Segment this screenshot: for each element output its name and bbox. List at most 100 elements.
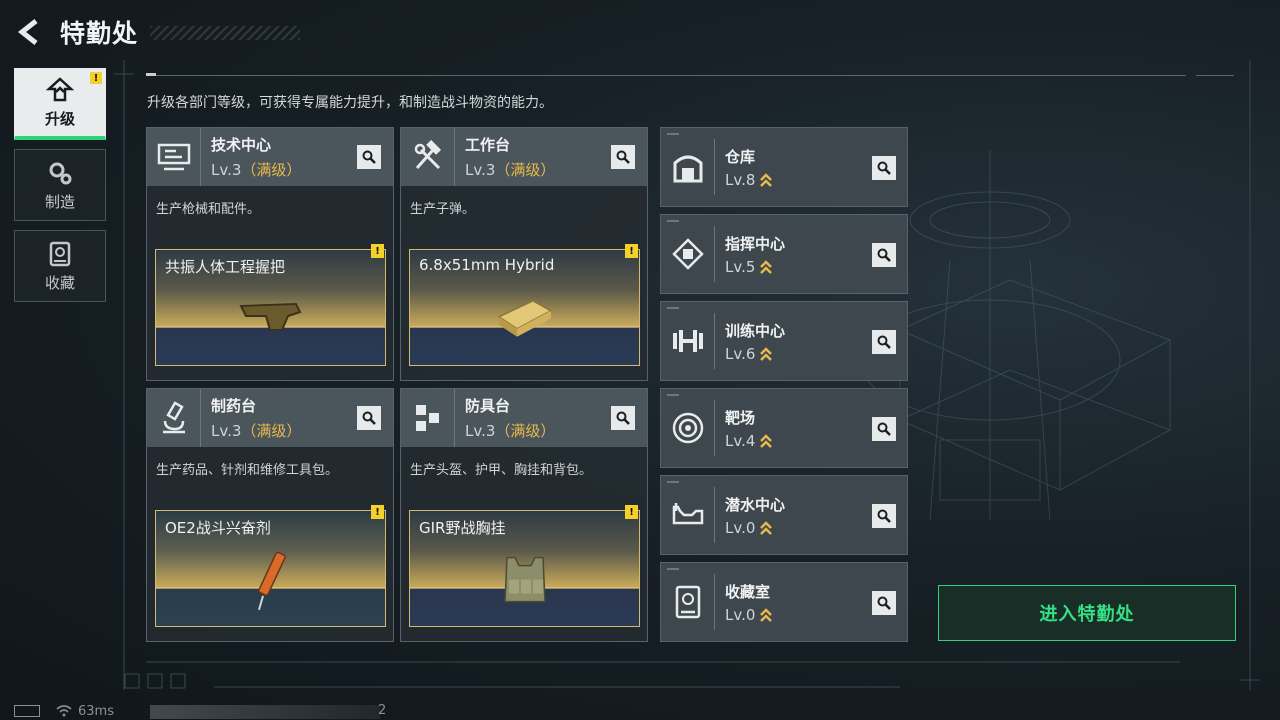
facility-name: 仓库	[725, 147, 756, 166]
gears-icon	[46, 159, 74, 187]
diving-mask-icon	[661, 487, 715, 543]
alert-badge: !	[625, 244, 638, 258]
facility-training-center[interactable]: 训练中心 Lv.6	[660, 301, 908, 381]
search-icon	[877, 509, 891, 523]
syringe-icon	[257, 551, 286, 610]
search-icon	[877, 248, 891, 262]
nav-label: 收藏	[44, 273, 75, 292]
alert-badge: !	[90, 72, 102, 84]
page-title: 特勤处	[60, 19, 139, 48]
ammo-box-icon	[496, 299, 553, 337]
max-level-tag: （满级）	[241, 161, 302, 179]
search-icon	[877, 161, 891, 175]
level-text: Lv.6	[725, 344, 756, 363]
search-button[interactable]	[872, 417, 896, 441]
alert-badge: !	[625, 505, 638, 519]
search-button[interactable]	[357, 406, 381, 430]
card-header: 工作台 Lv.3（满级）	[401, 128, 647, 186]
max-level-tag: （满级）	[495, 161, 556, 179]
page-description: 升级各部门等级，可获得专属能力提升，和制造战斗物资的能力。	[147, 95, 553, 111]
card-title: 制药台	[211, 397, 257, 415]
search-button[interactable]	[872, 330, 896, 354]
target-icon	[661, 400, 715, 456]
facility-collection-room[interactable]: 收藏室 Lv.0	[660, 562, 908, 642]
search-button[interactable]	[872, 243, 896, 267]
collection-icon	[46, 240, 74, 268]
search-icon	[362, 150, 376, 164]
search-icon	[877, 422, 891, 436]
search-button[interactable]	[357, 145, 381, 169]
facility-warehouse[interactable]: 仓库 Lv.8	[660, 127, 908, 207]
nav-upgrade[interactable]: ! 升级	[14, 68, 106, 140]
search-button[interactable]	[611, 406, 635, 430]
chest-rig-icon	[503, 556, 546, 602]
search-icon	[877, 335, 891, 349]
card-level: Lv.3（满级）	[211, 420, 301, 441]
card-level: Lv.3（满级）	[465, 420, 555, 441]
facility-shooting-range[interactable]: 靶场 Lv.4	[660, 388, 908, 468]
item-name: OE2战斗兴奋剂	[165, 519, 271, 537]
collection-room-icon	[661, 574, 715, 630]
level-text: Lv.5	[725, 257, 756, 276]
level-text: Lv.0	[725, 518, 756, 537]
facility-diving-center[interactable]: 潜水中心 Lv.0	[660, 475, 908, 555]
facility-name: 收藏室	[725, 582, 771, 601]
facility-name: 指挥中心	[725, 234, 786, 253]
search-icon	[616, 150, 630, 164]
facility-name: 潜水中心	[725, 495, 786, 514]
battery-icon	[14, 705, 40, 717]
search-icon	[362, 411, 376, 425]
nav-craft[interactable]: 制造	[14, 149, 106, 221]
search-button[interactable]	[611, 145, 635, 169]
header: 特勤处	[14, 14, 138, 50]
level-text: Lv.3	[465, 422, 496, 440]
card-description: 生产子弹。	[410, 202, 476, 217]
level-text: Lv.0	[725, 605, 756, 624]
search-button[interactable]	[872, 591, 896, 615]
card-pharmacy: 制药台 Lv.3（满级） 生产药品、针剂和维修工具包。 OE2战斗兴奋剂 !	[146, 388, 394, 642]
card-description: 生产头盔、护甲、胸挂和背包。	[410, 463, 593, 478]
upgrade-icon	[46, 76, 74, 104]
card-description: 生产药品、针剂和维修工具包。	[156, 463, 339, 478]
level-text: Lv.3	[211, 422, 242, 440]
upgrade-chevron-icon	[760, 607, 773, 622]
card-title: 防具台	[465, 397, 511, 415]
card-description: 生产枪械和配件。	[156, 202, 261, 217]
max-level-tag: （满级）	[241, 422, 302, 440]
dumbbell-icon	[661, 313, 715, 369]
level-text: Lv.4	[725, 431, 756, 450]
item-name: 6.8x51mm Hybrid	[419, 256, 555, 274]
nav-label: 制造	[44, 192, 75, 211]
status-number: 2	[378, 703, 387, 718]
divider-mark	[146, 73, 156, 76]
nav-collection[interactable]: 收藏	[14, 230, 106, 302]
card-title: 工作台	[465, 136, 511, 154]
search-icon	[877, 596, 891, 610]
upgrade-chevron-icon	[760, 172, 773, 187]
search-button[interactable]	[872, 504, 896, 528]
facility-level: Lv.4	[725, 432, 773, 450]
facility-level: Lv.0	[725, 519, 785, 537]
alert-badge: !	[371, 505, 384, 519]
tech-center-icon	[147, 128, 201, 186]
craft-item-slot[interactable]: OE2战斗兴奋剂 !	[155, 505, 386, 627]
wifi-icon	[56, 705, 72, 717]
search-button[interactable]	[872, 156, 896, 180]
facility-name: 靶场	[725, 408, 756, 427]
craft-item-slot[interactable]: GIR野战胸挂 !	[409, 505, 640, 627]
craft-item-slot[interactable]: 6.8x51mm Hybrid !	[409, 244, 640, 366]
card-level: Lv.3（满级）	[465, 159, 555, 180]
ping-readout: 63ms	[78, 703, 114, 719]
card-tech-center: 技术中心 Lv.3（满级） 生产枪械和配件。 共振人体工程握把 !	[146, 127, 394, 381]
max-level-tag: （满级）	[495, 422, 556, 440]
nav-label: 升级	[44, 110, 75, 128]
back-button[interactable]	[14, 15, 44, 49]
search-icon	[616, 411, 630, 425]
enter-special-ops-button[interactable]: 进入特勤处	[938, 585, 1236, 641]
upgrade-chevron-icon	[760, 433, 773, 448]
status-bar: 63ms	[14, 703, 114, 719]
card-title: 技术中心	[211, 136, 272, 154]
craft-item-slot[interactable]: 共振人体工程握把 !	[155, 244, 386, 366]
facility-command-center[interactable]: 指挥中心 Lv.5	[660, 214, 908, 294]
hammer-wrench-icon	[401, 128, 455, 186]
